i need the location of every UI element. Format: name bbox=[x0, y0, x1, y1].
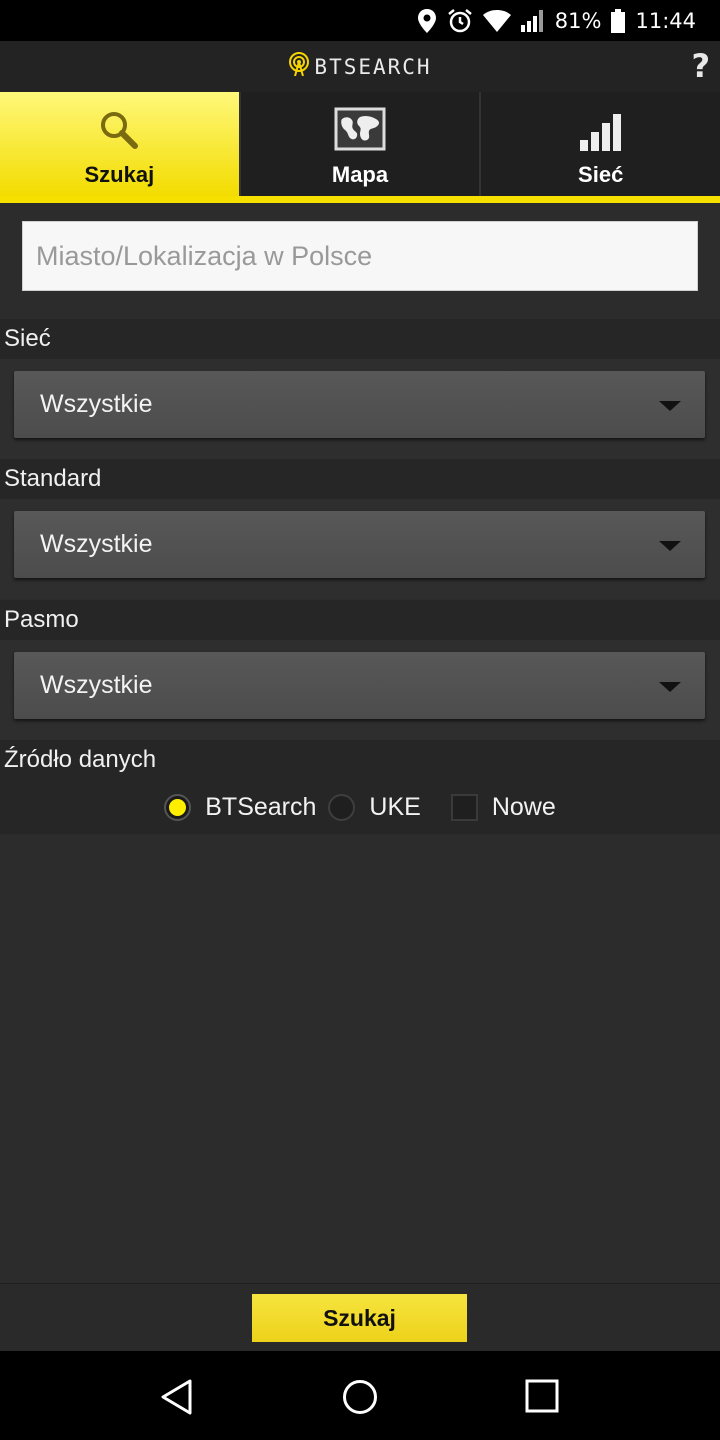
checkbox-icon bbox=[450, 793, 478, 821]
wifi-icon bbox=[482, 9, 511, 33]
network-select-row: Wszystkie bbox=[0, 359, 720, 459]
network-label: Sieć bbox=[0, 319, 720, 359]
standard-select-row: Wszystkie bbox=[0, 499, 720, 599]
checkbox-new[interactable]: Nowe bbox=[433, 793, 556, 822]
alarm-icon bbox=[447, 8, 473, 34]
band-select-row: Wszystkie bbox=[0, 640, 720, 740]
radio-uke[interactable]: UKE bbox=[328, 792, 421, 822]
app-logo: BTSEARCH bbox=[288, 52, 431, 81]
logo-text: BTSEARCH bbox=[314, 54, 432, 79]
tab-map[interactable]: Mapa bbox=[241, 92, 482, 196]
battery-icon bbox=[611, 8, 626, 33]
dropdown-arrow-icon bbox=[659, 682, 681, 692]
dropdown-arrow-icon bbox=[659, 401, 681, 411]
search-button[interactable]: Szukaj bbox=[252, 1294, 467, 1342]
tab-bar: Szukaj Mapa Sieć bbox=[0, 92, 720, 203]
app-bar: BTSEARCH ? bbox=[0, 41, 720, 92]
network-select[interactable]: Wszystkie bbox=[14, 371, 705, 438]
signal-bars-icon bbox=[579, 113, 623, 156]
radio-label: UKE bbox=[369, 792, 421, 821]
band-select[interactable]: Wszystkie bbox=[14, 652, 705, 719]
clock: 11:44 bbox=[635, 8, 696, 33]
standard-select[interactable]: Wszystkie bbox=[14, 511, 705, 578]
band-label: Pasmo bbox=[0, 600, 720, 640]
radio-label: BTSearch bbox=[205, 792, 317, 821]
radio-checked-icon bbox=[164, 793, 192, 821]
navigation-bar bbox=[0, 1351, 720, 1440]
data-source-options: BTSearch UKE Nowe bbox=[0, 780, 720, 834]
network-select-value: Wszystkie bbox=[40, 390, 153, 418]
standard-label: Standard bbox=[0, 459, 720, 499]
map-icon bbox=[334, 107, 386, 156]
bottom-action-bar: Szukaj bbox=[0, 1283, 720, 1352]
radio-unchecked-icon bbox=[328, 793, 356, 821]
help-button[interactable]: ? bbox=[691, 47, 710, 85]
tab-search[interactable]: Szukaj bbox=[0, 92, 241, 196]
battery-percent: 81% bbox=[554, 8, 602, 33]
checkbox-label: Nowe bbox=[491, 792, 556, 821]
signal-icon bbox=[520, 9, 545, 32]
home-icon[interactable] bbox=[342, 1379, 378, 1420]
tab-label: Mapa bbox=[331, 162, 389, 187]
location-search-input[interactable] bbox=[22, 221, 698, 291]
tab-network[interactable]: Sieć bbox=[481, 92, 720, 196]
tab-label: Sieć bbox=[578, 162, 624, 187]
standard-select-value: Wszystkie bbox=[40, 530, 153, 558]
recent-apps-icon[interactable] bbox=[525, 1379, 559, 1418]
dropdown-arrow-icon bbox=[659, 541, 681, 551]
location-icon bbox=[417, 8, 437, 33]
tab-label: Szukaj bbox=[84, 162, 155, 187]
search-section bbox=[0, 203, 720, 319]
band-select-value: Wszystkie bbox=[40, 671, 153, 699]
radio-btsearch[interactable]: BTSearch bbox=[164, 793, 316, 822]
antenna-icon bbox=[288, 52, 310, 81]
search-icon bbox=[98, 109, 140, 156]
back-icon[interactable] bbox=[160, 1379, 194, 1420]
status-bar: 81% 11:44 bbox=[0, 0, 720, 41]
data-source-label: Źródło danych bbox=[0, 740, 720, 780]
